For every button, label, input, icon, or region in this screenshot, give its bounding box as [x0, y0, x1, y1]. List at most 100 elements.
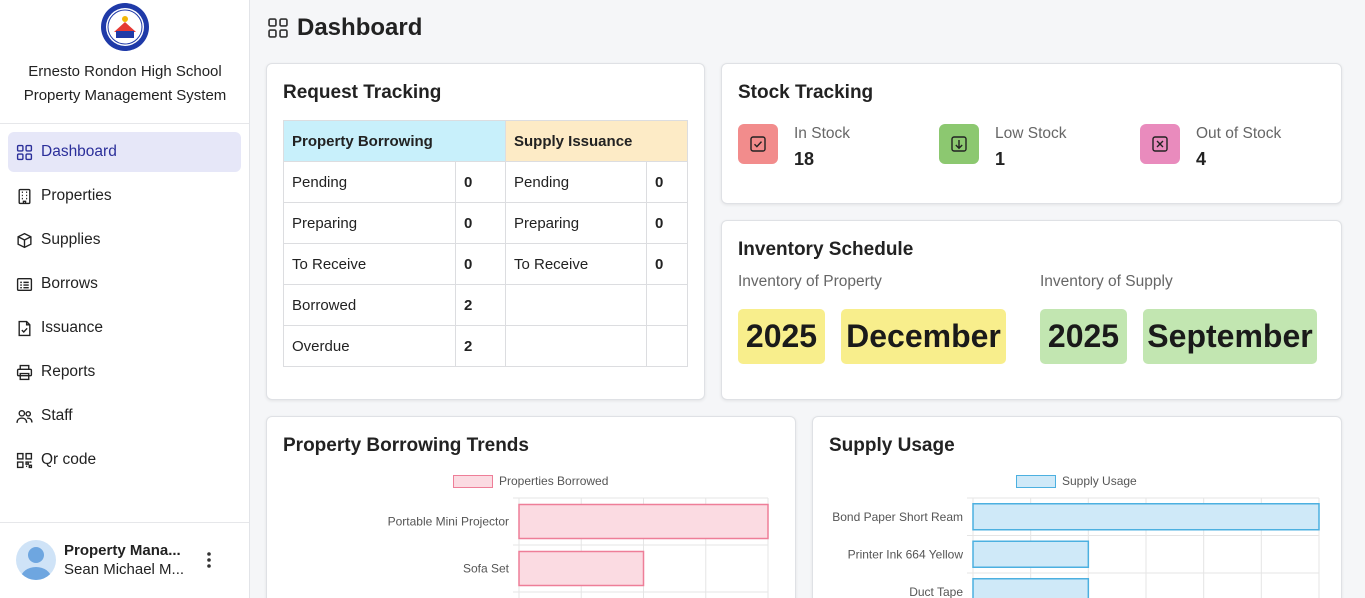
sidebar-item-label: Borrows: [41, 275, 98, 292]
table-row: Pending 0 Pending 0: [283, 161, 688, 203]
supply-empty-cell: [505, 284, 647, 326]
bar[interactable]: [518, 550, 645, 587]
x-square-icon: [1152, 136, 1168, 152]
list-card-icon: [16, 277, 33, 291]
table-row: Borrowed 2: [283, 284, 688, 326]
borrow-header: Property Borrowing: [283, 120, 506, 162]
borrow-value: 2: [455, 284, 506, 326]
category-label: Bond Paper Short Ream: [832, 510, 963, 524]
borrowing-trends-card: Property Borrowing Trends Properties Bor…: [266, 416, 796, 598]
card-title: Request Tracking: [283, 82, 442, 103]
printer-icon: [16, 364, 33, 380]
stock-label: Out of Stock: [1196, 125, 1282, 142]
stock-item-out-of-stock: Out of Stock 4: [1140, 124, 1281, 170]
sidebar-item-reports[interactable]: Reports: [8, 352, 241, 392]
sidebar-item-label: Supplies: [41, 231, 101, 248]
school-name: Ernesto Rondon High School Property Mana…: [0, 60, 250, 108]
sidebar-item-label: Issuance: [41, 319, 104, 336]
card-title: Stock Tracking: [738, 82, 874, 103]
sidebar-item-label: Reports: [41, 363, 96, 380]
stock-value: 4: [1196, 149, 1207, 169]
supply-value: 0: [646, 161, 688, 203]
sidebar-item-supplies[interactable]: Supplies: [8, 220, 241, 260]
supply-empty-cell: [646, 284, 688, 326]
stock-tracking-card: Stock Tracking In Stock 18 Low Stock 1 O…: [721, 63, 1342, 204]
borrow-value: 0: [455, 202, 506, 244]
borrowing-trends-chart: Portable Mini Projector Sofa Set: [388, 497, 769, 598]
sidebar-nav: Dashboard Properties Supplies Borrows Is…: [8, 132, 241, 484]
sidebar: Ernesto Rondon High School Property Mana…: [0, 0, 250, 598]
grid-icon: [268, 18, 288, 38]
out-of-stock-badge: [1140, 124, 1180, 164]
stock-value: 18: [794, 149, 815, 169]
borrow-label: Overdue: [283, 325, 456, 367]
people-icon: [16, 409, 33, 423]
avatar: [16, 540, 56, 580]
down-arrow-square-icon: [951, 136, 967, 152]
property-year: 2025: [738, 309, 825, 364]
user-profile[interactable]: Property Mana... Sean Michael M...: [16, 538, 241, 582]
supply-empty-cell: [505, 325, 647, 367]
sidebar-item-label: Properties: [41, 187, 112, 204]
low-stock-badge: [939, 124, 979, 164]
stock-label: In Stock: [794, 125, 850, 142]
check-square-icon: [750, 136, 766, 152]
card-title: Inventory Schedule: [738, 239, 914, 260]
request-tracking-card: Request Tracking Property Borrowing Supp…: [266, 63, 705, 400]
request-tracking-table: Property Borrowing Supply Issuance Pendi…: [283, 120, 688, 367]
category-label: Duct Tape: [909, 585, 963, 598]
bar[interactable]: [972, 503, 1320, 531]
sidebar-item-label: Qr code: [41, 451, 97, 468]
user-divider: [0, 522, 249, 523]
category-label: Sofa Set: [463, 562, 510, 576]
user-role: Property Mana...: [64, 542, 181, 559]
category-label: Printer Ink 664 Yellow: [848, 547, 964, 561]
borrow-label: Borrowed: [283, 284, 456, 326]
box-icon: [17, 232, 32, 248]
supply-usage-card: Supply Usage Supply Usage Bond Paper Sho…: [812, 416, 1342, 598]
table-row: Preparing 0 Preparing 0: [283, 202, 688, 244]
qr-code-icon: [16, 452, 33, 468]
supply-year: 2025: [1040, 309, 1127, 364]
supply-header: Supply Issuance: [505, 120, 688, 162]
page-title-text: Dashboard: [297, 14, 423, 41]
table-row: To Receive 0 To Receive 0: [283, 243, 688, 285]
school-name-line2: Property Management System: [23, 87, 227, 104]
bar[interactable]: [518, 503, 769, 540]
property-month: December: [841, 309, 1006, 364]
supply-value: 0: [646, 243, 688, 285]
sidebar-item-qr-code[interactable]: Qr code: [8, 440, 241, 480]
borrow-value: 2: [455, 325, 506, 367]
sidebar-item-properties[interactable]: Properties: [8, 176, 241, 216]
sidebar-item-dashboard[interactable]: Dashboard: [8, 132, 241, 172]
borrow-label: To Receive: [283, 243, 456, 285]
sidebar-item-issuance[interactable]: Issuance: [8, 308, 241, 348]
stock-value: 1: [995, 149, 1006, 169]
more-vertical-icon[interactable]: [199, 550, 219, 570]
stock-item-low-stock: Low Stock 1: [939, 124, 1067, 170]
table-row: Overdue 2: [283, 325, 688, 367]
borrow-label: Pending: [283, 161, 456, 203]
supply-label: Pending: [505, 161, 647, 203]
supply-label: To Receive: [505, 243, 647, 285]
building-icon: [18, 188, 31, 204]
sidebar-item-label: Staff: [41, 407, 73, 424]
sidebar-item-label: Dashboard: [41, 143, 117, 160]
property-schedule-label: Inventory of Property: [738, 273, 882, 290]
school-logo: [101, 3, 149, 51]
user-name: Sean Michael M...: [64, 561, 185, 578]
supply-empty-cell: [646, 325, 688, 367]
supply-usage-chart: Bond Paper Short Ream Printer Ink 664 Yel…: [832, 497, 1320, 598]
sidebar-item-staff[interactable]: Staff: [8, 396, 241, 436]
bar[interactable]: [972, 540, 1090, 568]
supply-value: 0: [646, 202, 688, 244]
borrow-value: 0: [455, 161, 506, 203]
inventory-schedule-card: Inventory Schedule Inventory of Property…: [721, 220, 1342, 400]
stock-label: Low Stock: [995, 125, 1067, 142]
borrow-label: Preparing: [283, 202, 456, 244]
category-label: Portable Mini Projector: [388, 515, 509, 529]
sidebar-item-borrows[interactable]: Borrows: [8, 264, 241, 304]
bar[interactable]: [972, 578, 1090, 598]
document-check-icon: [18, 320, 31, 336]
page-title: Dashboard: [267, 14, 422, 42]
